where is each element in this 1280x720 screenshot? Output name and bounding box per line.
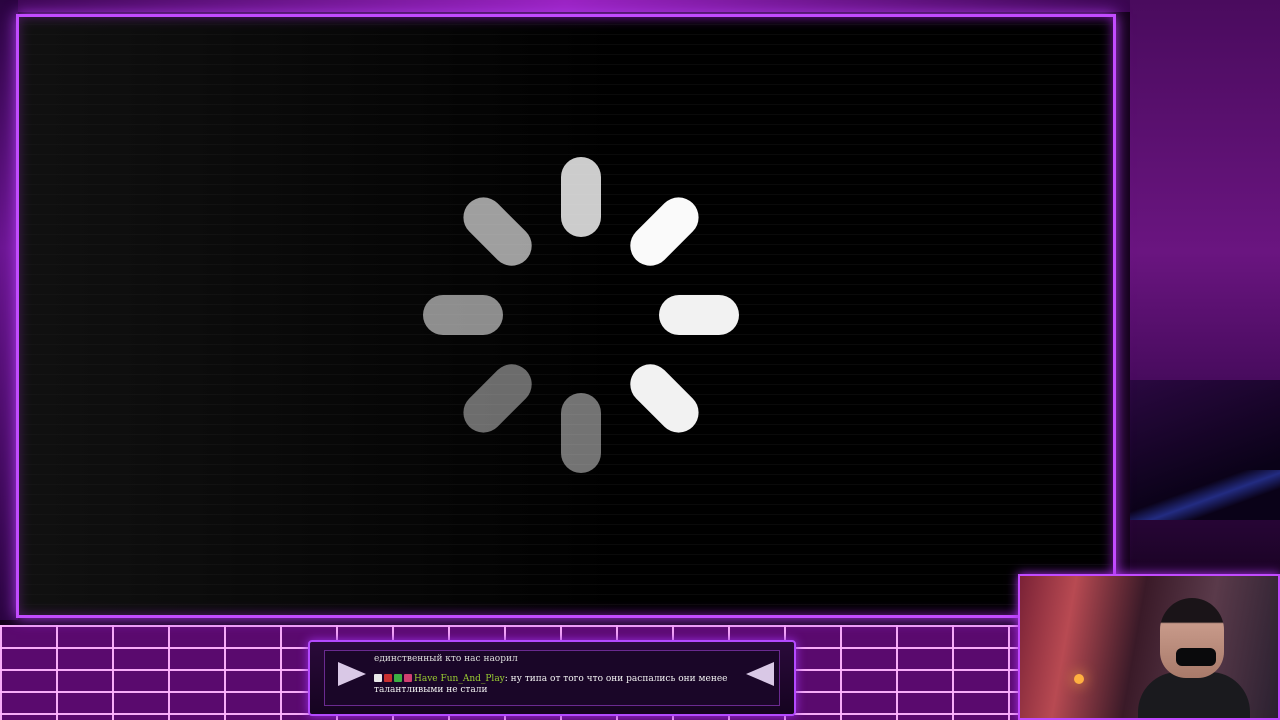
badge-icon (404, 673, 412, 682)
badge-icon (384, 673, 392, 682)
chat-username: Have Fun_And_Play (414, 674, 505, 684)
chat-badges (374, 673, 414, 684)
chat-text-line1: ну типа от того что они распались они ме… (507, 674, 728, 684)
arrow-right-icon (746, 662, 774, 686)
webcam-feed (1018, 574, 1280, 720)
webcam-lamp (1074, 674, 1084, 684)
spinner-bar (463, 197, 532, 266)
chat-text-line2: талантливыми не стали (374, 685, 488, 695)
spinner-bar (463, 364, 532, 433)
chat-message-previous: единственный кто нас наорил (374, 654, 518, 664)
chat-message: Have Fun_And_Play: ну типа от того что о… (374, 673, 727, 696)
spinner-bar (630, 364, 699, 433)
webcam-person (1160, 598, 1224, 678)
spinner-bar (630, 197, 699, 266)
badge-icon (394, 673, 402, 682)
webcam-person-body (1138, 672, 1250, 718)
microphone-icon (1176, 648, 1216, 666)
arrow-left-icon (338, 662, 366, 686)
badge-icon (374, 673, 382, 682)
chat-overlay: единственный кто нас наорил Have Fun_And… (308, 640, 796, 716)
